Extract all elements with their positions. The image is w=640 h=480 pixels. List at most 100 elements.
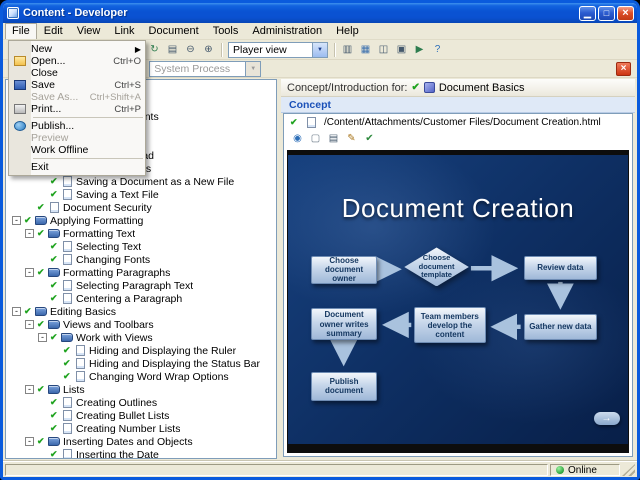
chevron-down-icon[interactable]: ▼ — [312, 43, 327, 57]
tree-item[interactable]: ✔Hiding and Displaying the Ruler — [6, 344, 276, 357]
resize-grip[interactable] — [622, 464, 635, 476]
view-mode-combo[interactable]: Player view ▼ — [228, 42, 328, 58]
menu-file[interactable]: File — [5, 23, 37, 39]
tree-item[interactable]: ✔ Saving a Document as a New File — [6, 175, 276, 188]
menu-item-label: Print... — [31, 103, 106, 115]
refresh-icon[interactable]: ↻ — [146, 42, 163, 58]
menu-document[interactable]: Document — [142, 23, 206, 39]
tree-item-label: Creating Number Lists — [76, 423, 180, 435]
file-menu-item-new[interactable]: New▶ — [9, 43, 145, 55]
menu-help[interactable]: Help — [329, 23, 366, 39]
zoom-out-icon[interactable]: ⊖ — [182, 42, 199, 58]
tree-item[interactable]: ✔Selecting Text — [6, 240, 276, 253]
attachment-path[interactable]: /Content/Attachments/Customer Files/Docu… — [324, 117, 601, 128]
check-icon: ✔ — [50, 176, 61, 187]
expander-icon[interactable]: - — [25, 320, 34, 329]
zoom-in-icon[interactable]: ⊕ — [200, 42, 217, 58]
check-icon: ✔ — [63, 371, 74, 382]
tab-concept[interactable]: Concept — [289, 99, 331, 111]
thumbnail-view-icon[interactable]: ▦ — [357, 42, 374, 58]
minimize-button[interactable]: ▁ — [579, 6, 596, 21]
spell-check-icon[interactable]: ✔ — [362, 131, 377, 146]
menu-item-shortcut: Ctrl+O — [113, 56, 141, 67]
outline-view-icon[interactable]: ▥ — [339, 42, 356, 58]
book-icon — [48, 385, 60, 394]
expander-icon[interactable]: - — [12, 307, 21, 316]
tree-item[interactable]: ✔ Changing Word Wrap Options — [6, 370, 276, 383]
file-menu-item-publish[interactable]: Publish... — [9, 120, 145, 132]
check-icon: ✔ — [50, 397, 61, 408]
blank-icon — [14, 162, 26, 172]
menu-item-label: New — [31, 43, 123, 55]
expander-icon[interactable]: - — [38, 333, 47, 342]
menu-view[interactable]: View — [70, 23, 108, 39]
tree-item[interactable]: -✔Views and Toolbars — [6, 318, 276, 331]
menu-tools[interactable]: Tools — [206, 23, 246, 39]
maximize-button[interactable]: □ — [598, 6, 615, 21]
tree-item[interactable]: ✔Selecting Paragraph Text — [6, 279, 276, 292]
file-menu-item-print[interactable]: Print...Ctrl+P — [9, 103, 145, 115]
tree-item-label: Saving a Document as a New File — [76, 176, 234, 188]
attachment-preview-frame: Document Creation — [287, 150, 629, 453]
tree-item[interactable]: ✔Inserting the Date — [6, 448, 276, 459]
preview-process-combo: System Process ▼ — [149, 61, 261, 77]
expander-icon[interactable]: - — [25, 385, 34, 394]
tree-item[interactable]: ✔Centering a Paragraph — [6, 292, 276, 305]
tree-item-label: Applying Formatting — [50, 215, 143, 227]
book-icon — [35, 307, 47, 316]
menu-administration[interactable]: Administration — [245, 23, 329, 39]
tree-item[interactable]: -✔Applying Formatting — [6, 214, 276, 227]
book-icon — [61, 333, 73, 342]
expander-icon[interactable]: - — [25, 229, 34, 238]
full-page-view-icon[interactable]: ▣ — [393, 42, 410, 58]
properties-icon[interactable]: ▤ — [164, 42, 181, 58]
close-preview-pane-button[interactable]: × — [616, 62, 631, 76]
expander-icon[interactable]: - — [25, 268, 34, 277]
expander-icon[interactable]: - — [25, 437, 34, 446]
page-icon — [63, 449, 72, 459]
menu-edit[interactable]: Edit — [37, 23, 70, 39]
menu-item-label: Close — [31, 67, 133, 79]
tree-item[interactable]: ✔Document Security — [6, 201, 276, 214]
print-document-icon[interactable]: ▤ — [326, 131, 341, 146]
next-slide-button[interactable]: → — [594, 412, 620, 425]
expander-icon[interactable]: - — [12, 216, 21, 225]
play-preview-icon[interactable]: ▶ — [411, 42, 428, 58]
tree-item[interactable]: -✔Formatting Text — [6, 227, 276, 240]
tree-item[interactable]: ✔Creating Number Lists — [6, 422, 276, 435]
file-menu-item-close[interactable]: Close — [9, 67, 145, 79]
file-menu-item-work-offline[interactable]: Work Offline — [9, 144, 145, 156]
tree-item[interactable]: -✔Work with Views — [6, 331, 276, 344]
menu-link[interactable]: Link — [107, 23, 141, 39]
topic-header: Concept/Introduction for: ✔ Document Bas… — [281, 79, 635, 97]
file-menu-item-exit[interactable]: Exit — [9, 161, 145, 173]
check-icon: ✔ — [24, 306, 35, 317]
page-icon — [63, 254, 72, 265]
tree-item-label: Changing Word Wrap Options — [89, 371, 229, 383]
file-menu-item-save-as: Save As... Ctrl+Shift+A — [9, 91, 145, 103]
check-icon: ✔ — [37, 319, 48, 330]
file-menu-item-open[interactable]: Open...Ctrl+O — [9, 55, 145, 67]
tree-item[interactable]: ✔Changing Fonts — [6, 253, 276, 266]
menu-item-label: Save As... — [31, 91, 82, 103]
tree-item[interactable]: -✔Editing Basics — [6, 305, 276, 318]
tree-item[interactable]: -✔Lists — [6, 383, 276, 396]
split-view-icon[interactable]: ◫ — [375, 42, 392, 58]
page-icon — [63, 189, 72, 200]
tree-item[interactable]: ✔Saving a Text File — [6, 188, 276, 201]
tree-item[interactable]: ✔Creating Bullet Lists — [6, 409, 276, 422]
close-button[interactable]: × — [617, 6, 634, 21]
tree-item[interactable]: ✔Hiding and Displaying the Status Bar — [6, 357, 276, 370]
edit-document-icon[interactable]: ✎ — [344, 131, 359, 146]
file-menu-item-save[interactable]: SaveCtrl+S — [9, 79, 145, 91]
tree-item[interactable]: -✔Inserting Dates and Objects — [6, 435, 276, 448]
blank-icon — [14, 145, 26, 155]
topic-header-label: Concept/Introduction for: — [287, 82, 407, 94]
attachments-icon[interactable]: ▢ — [308, 131, 323, 146]
tree-item[interactable]: -✔Formatting Paragraphs — [6, 266, 276, 279]
help-icon[interactable]: ? — [429, 42, 446, 58]
flow-node-review-data: Review data — [524, 256, 597, 280]
tree-item[interactable]: ✔Creating Outlines — [6, 396, 276, 409]
view-in-browser-icon[interactable]: ◉ — [290, 131, 305, 146]
menu-item-shortcut: Ctrl+Shift+A — [90, 92, 141, 103]
